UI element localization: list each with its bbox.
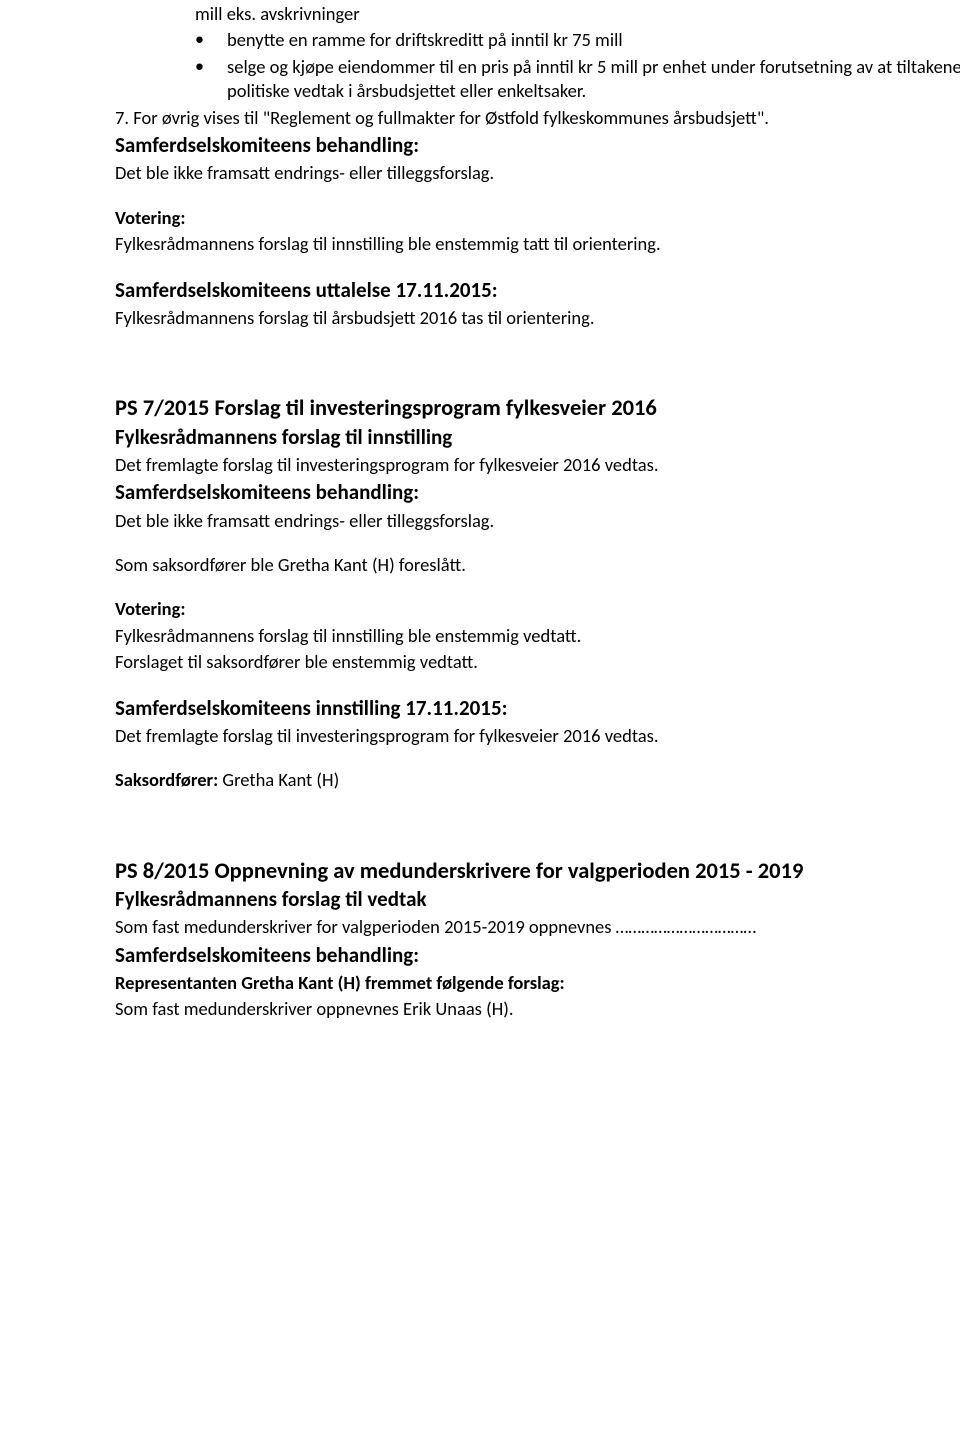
section-ps8: PS 8/2015 Oppnevning av medunderskrivere… xyxy=(115,857,960,1022)
representant-line: Representanten Gretha Kant (H) fremmet f… xyxy=(115,971,960,995)
votering-text: Fylkesrådmannens forslag til innstilling… xyxy=(115,232,960,256)
votering-text-2: Forslaget til saksordfører ble enstemmig… xyxy=(115,650,960,674)
behandling-text: Det ble ikke framsatt endrings- eller ti… xyxy=(115,161,960,185)
innstilling2-text: Det fremlagte forslag til investeringspr… xyxy=(115,724,960,748)
saksordforer-text: Som saksordfører ble Gretha Kant (H) for… xyxy=(115,553,960,577)
section-ps7: PS 7/2015 Forslag til investeringsprogra… xyxy=(115,394,960,792)
saksordforer-label: Saksordfører: xyxy=(115,768,218,791)
innstilling-text: Det fremlagte forslag til investeringspr… xyxy=(115,453,960,477)
bullet-icon: • xyxy=(195,28,205,52)
section-title: PS 7/2015 Forslag til investeringsprogra… xyxy=(115,394,960,423)
behandling-text: Det ble ikke framsatt endrings- eller ti… xyxy=(115,509,960,533)
bullet-text: benytte en ramme for driftskreditt på in… xyxy=(227,28,960,52)
bullet-icon: • xyxy=(195,55,205,79)
representant-text: Som fast medunderskriver oppnevnes Erik … xyxy=(115,997,960,1021)
uttalelse-heading: Samferdselskomiteens uttalelse 17.11.201… xyxy=(115,277,960,304)
bullet-item: • selge og kjøpe eiendommer til en pris … xyxy=(195,55,960,104)
uttalelse-block: Samferdselskomiteens uttalelse 17.11.201… xyxy=(115,277,960,331)
behandling-heading: Samferdselskomiteens behandling: xyxy=(115,479,960,506)
saksordforer-line: Saksordfører: Gretha Kant (H) xyxy=(115,768,960,792)
behandling-heading: Samferdselskomiteens behandling: xyxy=(115,132,960,159)
section-title: PS 8/2015 Oppnevning av medunderskrivere… xyxy=(115,857,960,886)
bullet-text: selge og kjøpe eiendommer til en pris på… xyxy=(227,55,960,104)
saksordforer-name: Gretha Kant (H) xyxy=(218,768,339,791)
vedtak-text: Som fast medunderskriver for valgperiode… xyxy=(115,915,960,939)
vedtak-heading: Fylkesrådmannens forslag til vedtak xyxy=(115,886,960,913)
line-text: mill eks. avskrivninger xyxy=(195,2,960,26)
bullet-item: • benytte en ramme for driftskreditt på … xyxy=(195,28,960,52)
votering-label: Votering: xyxy=(115,206,960,230)
votering-block: Votering: Fylkesrådmannens forslag til i… xyxy=(115,597,960,674)
innstilling-heading: Fylkesrådmannens forslag til innstilling xyxy=(115,424,960,451)
votering-text-1: Fylkesrådmannens forslag til innstilling… xyxy=(115,624,960,648)
behandling-heading: Samferdselskomiteens behandling: xyxy=(115,942,960,969)
innstilling2-block: Samferdselskomiteens innstilling 17.11.2… xyxy=(115,695,960,749)
votering-block: Votering: Fylkesrådmannens forslag til i… xyxy=(115,206,960,257)
innstilling2-heading: Samferdselskomiteens innstilling 17.11.2… xyxy=(115,695,960,722)
indented-list-block: mill eks. avskrivninger • benytte en ram… xyxy=(115,2,960,104)
uttalelse-text: Fylkesrådmannens forslag til årsbudsjett… xyxy=(115,306,960,330)
numbered-point-7: 7. For øvrig vises til "Reglement og ful… xyxy=(115,106,960,130)
votering-label: Votering: xyxy=(115,597,960,621)
